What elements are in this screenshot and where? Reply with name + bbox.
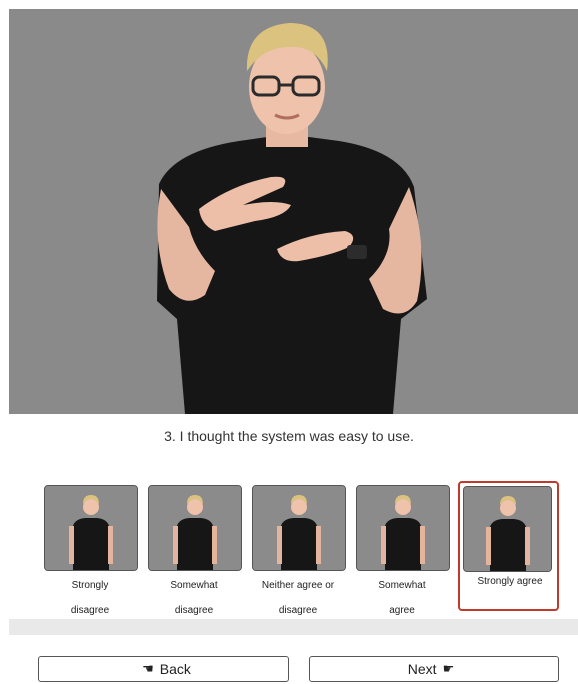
back-button[interactable]: ☚ Back	[38, 656, 289, 682]
option-thumbnail	[148, 485, 242, 571]
option-label-line1: Somewhat	[170, 580, 218, 591]
hand-pointing-right-icon: ☛	[442, 661, 455, 676]
signer-figure	[9, 9, 578, 414]
option-label-line1: Strongly agree	[477, 576, 543, 587]
option-thumbnail	[463, 486, 552, 572]
progress-bar	[9, 619, 578, 635]
option-somewhat-agree[interactable]: Somewhat agree	[354, 483, 450, 616]
option-label-line1: Strongly	[71, 580, 109, 591]
question-text: 3. I thought the system was easy to use.	[164, 428, 414, 444]
option-neither-agree-or-disagree[interactable]: Neither agree or disagree	[250, 483, 346, 616]
sign-language-video[interactable]	[9, 9, 578, 414]
hand-pointing-left-icon: ☚	[142, 661, 154, 676]
option-label-line1: Neither agree or	[261, 580, 335, 591]
option-strongly-disagree[interactable]: Strongly disagree	[42, 483, 138, 616]
likert-options: Strongly disagree Somewhat disagree Neithe…	[42, 481, 562, 616]
option-strongly-agree[interactable]: Strongly agree	[458, 481, 559, 613]
option-thumbnail	[252, 485, 346, 571]
option-label-line1: Somewhat	[378, 580, 426, 591]
option-somewhat-disagree[interactable]: Somewhat disagree	[146, 483, 242, 616]
option-thumbnail	[44, 485, 138, 571]
option-thumbnail	[356, 485, 450, 571]
next-button-label: Next	[407, 661, 437, 677]
back-button-label: Back	[159, 661, 191, 677]
next-button[interactable]: Next ☛	[309, 656, 559, 682]
